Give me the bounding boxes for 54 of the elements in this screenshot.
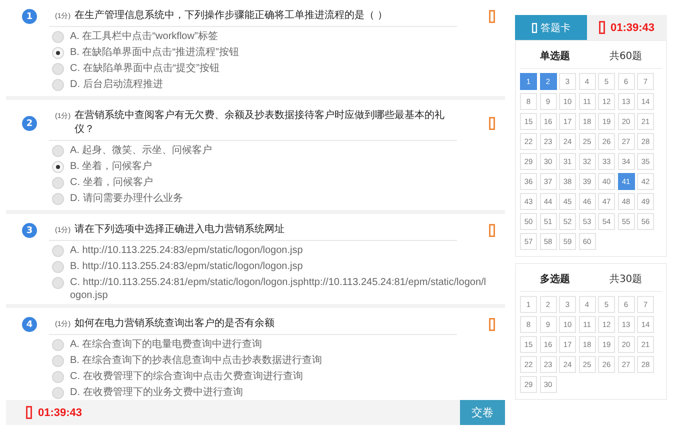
answer-option[interactable]: C. 坐着，问候客户 [52,176,495,192]
question-title: 如何在电力营销系统查询出客户的是否有余额 [74,316,275,330]
radio-button[interactable] [52,371,64,383]
submit-button[interactable]: 交卷 [460,400,505,425]
question-title: 在营销系统中查阅客户有无欠费、余额及抄表数据接待客户时应做到哪些最基本的礼仪？ [74,108,446,136]
card-icon [532,22,536,32]
timer-icon [26,406,32,419]
radio-button[interactable] [52,79,64,91]
radio-button[interactable] [52,277,64,289]
radio-button[interactable] [52,47,64,59]
question-number: 3 [22,223,37,238]
answer-option[interactable]: D. 请问需要办理什么业务 [52,192,495,208]
countdown-timer: 01:39:43 [38,406,82,418]
question-number: 1 [22,9,37,24]
bookmark-icon[interactable] [489,318,495,331]
answer-option[interactable]: C. 在缺陷单界面中点击“提交”按钮 [52,62,495,78]
radio-button[interactable] [52,339,64,351]
radio-button[interactable] [52,145,64,157]
radio-button[interactable] [52,193,64,205]
answer-option[interactable]: B. 在综合查询下的抄表信息查询中点击抄表数据进行查询 [52,354,495,370]
radio-button[interactable] [52,245,64,257]
answer-option[interactable]: A. 在综合查询下的电量电费查询中进行查询 [52,338,495,354]
countdown-timer: 01:39:43 [610,22,655,34]
radio-button[interactable] [52,261,64,273]
answer-option[interactable]: C. 在收费管理下的综合查询中点击欠费查询进行查询 [52,370,495,386]
radio-button[interactable] [52,387,64,399]
question-count: 共30题 [609,272,642,286]
question-title: 请在下列选项中选择正确进入电力营销系统网址 [74,222,285,236]
question-title: 在生产管理信息系统中，下列操作步骤能正确将工单推进流程的是（ ） [74,8,388,22]
timer-icon [599,21,606,34]
answer-option[interactable]: D. 在收费管理下的业务文费中进行查询 [52,386,495,400]
bookmark-icon[interactable] [489,117,495,130]
answer-option[interactable]: A. http://10.113.225.24:83/epm/static/logon/logon.jsp [52,244,495,260]
bookmark-icon[interactable] [489,10,495,23]
radio-button[interactable] [52,177,64,189]
radio-button[interactable] [52,63,64,75]
section-title: 单选题 [540,50,570,63]
answer-card-tab[interactable]: 答题卡 [515,15,587,40]
bookmark-icon[interactable] [489,224,495,237]
answer-option[interactable]: A. 起身、微笑、示坐、问候客户 [52,144,495,160]
answer-option[interactable]: A. 在工具栏中点击“workflow”标签 [52,30,495,46]
question-number: 2 [22,116,37,131]
radio-button[interactable] [52,31,64,43]
answer-option[interactable]: B. 在缺陷单界面中点击“推进流程”按钮 [52,46,495,62]
tab-label: 答题卡 [540,22,570,34]
question-count: 共60题 [609,50,642,63]
answer-option[interactable]: C. http://10.113.255.24:81/epm/static/logon/logon.jsphttp://10.113.245.24:81/epm/static/logon/logon.jsp [52,276,495,302]
answer-option[interactable]: B. 坐着，问候客户 [52,160,495,176]
answer-option[interactable]: D. 后台启动流程推进 [52,78,495,94]
answer-option[interactable]: B. http://10.113.255.24:83/epm/static/logon/logon.jsp [52,260,495,276]
radio-button[interactable] [52,355,64,367]
question-number: 4 [22,317,37,332]
radio-button[interactable] [52,161,64,173]
section-title: 多选题 [540,272,570,286]
